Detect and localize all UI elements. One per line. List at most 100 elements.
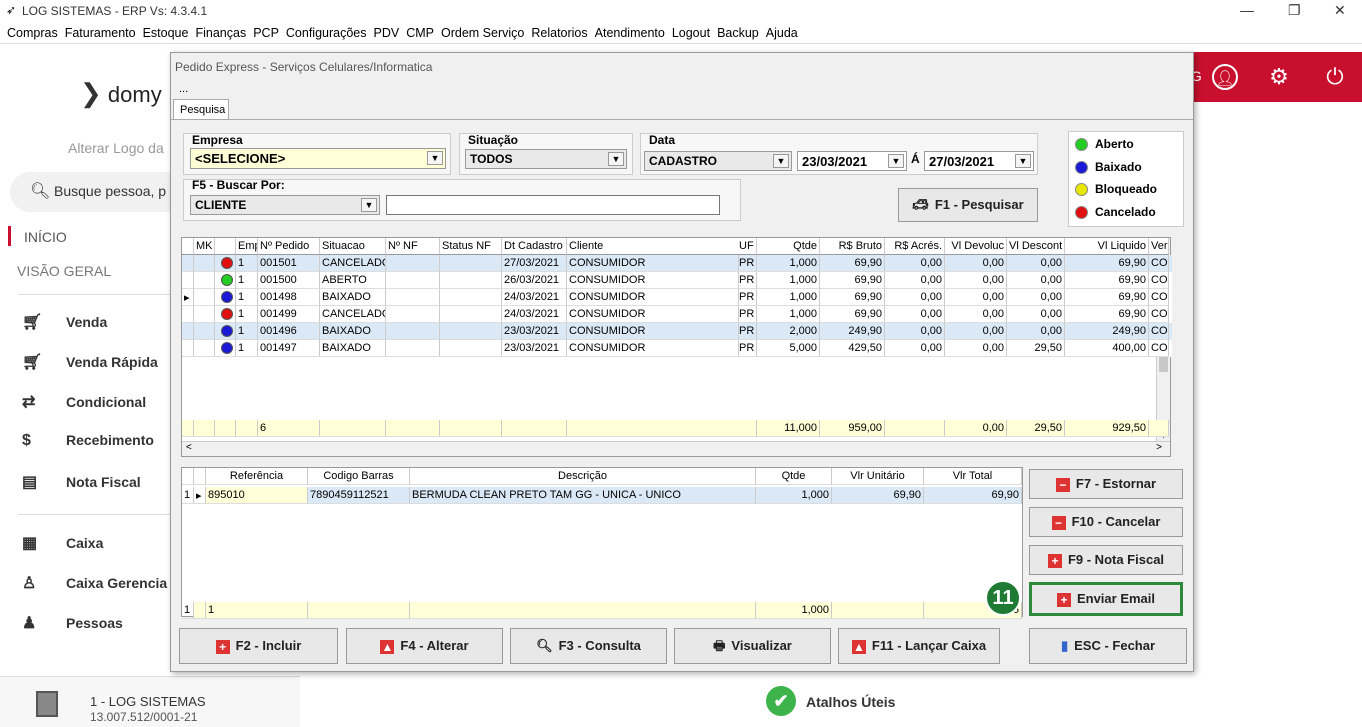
table-row[interactable]: 1 001497 BAIXADO 23/03/2021 CONSUMIDOR PR 5,00… (182, 340, 1172, 357)
menu-item[interactable]: Compras (7, 22, 58, 44)
sidebar-item[interactable]: ▦ Caixa (22, 533, 103, 553)
atalhos-uteis[interactable]: ✔ Atalhos Úteis (766, 686, 895, 716)
cell (440, 323, 502, 340)
cell (215, 323, 236, 340)
gear-icon[interactable]: ⚙ (1266, 64, 1292, 90)
cell: CONSUMIDOR (567, 323, 739, 340)
cell: 249,90 (1065, 323, 1149, 340)
data-inicio-field[interactable]: 23/03/2021 ▼ (797, 151, 907, 171)
search-input[interactable]: Busque pessoa, p (54, 183, 166, 199)
lancar-caixa-button[interactable]: ▲ F11 - Lançar Caixa (838, 628, 1000, 664)
company-footer[interactable]: 1 - LOG SISTEMAS 13.007.512/0001-21 (0, 676, 300, 727)
sidebar-item[interactable]: ♙ Caixa Gerencia (22, 573, 167, 593)
dialog-menu[interactable]: ... (179, 83, 188, 95)
visualizar-button[interactable]: 🖶 Visualizar (674, 628, 831, 664)
cell: 5,000 (757, 340, 820, 357)
user-icon[interactable]: 👤︎ (1212, 64, 1238, 90)
close-icon[interactable]: ✕ (1334, 2, 1346, 19)
scroll-right-icon[interactable]: > (1156, 442, 1162, 453)
enviar-email-button[interactable]: + Enviar Email (1029, 582, 1183, 616)
tab-pesquisa[interactable]: Pesquisa (173, 99, 229, 119)
menu-item[interactable]: Backup (717, 22, 759, 44)
menu-item[interactable]: Ajuda (766, 22, 798, 44)
menu-item[interactable]: CMP (406, 22, 434, 44)
grid-header: MK EmpNº PedidoSituacaoNº NFStatus NFDt C… (182, 238, 1172, 255)
menu-item[interactable]: Atendimento (595, 22, 665, 44)
menu-item[interactable]: PDV (374, 22, 400, 44)
nav-icon: 🛒︎ (22, 314, 43, 331)
sidebar-item[interactable]: ⇄ Condicional (22, 392, 146, 412)
sidebar-item[interactable]: 🛒︎ Venda (22, 312, 107, 332)
cell (194, 468, 206, 485)
col-header: Status NF (440, 238, 502, 255)
nav-inicio[interactable]: INÍCIO (24, 229, 67, 245)
minimize-icon[interactable]: — (1240, 2, 1254, 18)
cell: 69,90 (820, 255, 885, 272)
data-tipo-select[interactable]: CADASTRO ▼ (644, 151, 792, 171)
buscar-input[interactable] (386, 195, 720, 215)
cell: PR (737, 289, 757, 306)
menu-item[interactable]: Finanças (195, 22, 246, 44)
table-row[interactable]: 1 001500 ABERTO 26/03/2021 CONSUMIDOR PR 1,000… (182, 272, 1172, 289)
menu-item[interactable]: Faturamento (65, 22, 136, 44)
cell (386, 289, 440, 306)
restore-icon[interactable]: ❐ (1288, 2, 1301, 19)
menu-item[interactable]: Ordem Serviço (441, 22, 524, 44)
menu-bar: Compras Faturamento Estoque Finanças PCP Conf… (0, 22, 1362, 44)
cell (215, 238, 236, 255)
situacao-select[interactable]: TODOS ▼ (465, 149, 627, 169)
cell (182, 272, 194, 289)
nav-icon: ▤ (22, 474, 38, 491)
col-header: Vlr Total (924, 468, 1022, 485)
table-row[interactable]: 1 ▸ 895010 7890459112521 BERMUDA CLEAN PRETO… (182, 487, 1022, 504)
fechar-button[interactable]: ▮ ESC - Fechar (1029, 628, 1187, 664)
sidebar-item[interactable]: ♟ Pessoas (22, 613, 123, 633)
cell: 1,000 (756, 487, 832, 504)
legend-label: Aberto (1095, 137, 1134, 151)
status-dot-icon (221, 325, 233, 337)
empresa-select[interactable]: <SELECIONE> ▼ (190, 148, 446, 169)
cell: 24/03/2021 (502, 306, 567, 323)
nota-fiscal-button[interactable]: + F9 - Nota Fiscal (1029, 545, 1183, 575)
pesquisar-label: F1 - Pesquisar (934, 197, 1024, 212)
menu-item[interactable]: Estoque (143, 22, 189, 44)
buscar-select[interactable]: CLIENTE ▼ (190, 195, 380, 215)
alterar-button[interactable]: ▲ F4 - Alterar (346, 628, 503, 664)
menu-item[interactable]: Logout (672, 22, 710, 44)
change-logo-link[interactable]: Alterar Logo da (68, 140, 164, 156)
items-grid[interactable]: Referência Codigo Barras Descrição Qtde Vlr … (181, 467, 1023, 619)
consulta-button[interactable]: 🔍︎ F3 - Consulta (510, 628, 667, 664)
table-row[interactable]: ▸ 1 001498 BAIXADO 24/03/2021 CONSUMIDOR PR 1,0… (182, 289, 1172, 306)
menu-item[interactable]: Configurações (286, 22, 367, 44)
sidebar-item[interactable]: ▤ Nota Fiscal (22, 472, 141, 492)
pesquisar-button[interactable]: 🚙︎ F1 - Pesquisar (898, 188, 1038, 222)
cell (1149, 420, 1169, 437)
sidebar-item[interactable]: 🛒︎ Venda Rápida (22, 352, 158, 372)
cancelar-button[interactable]: − F10 - Cancelar (1029, 507, 1183, 537)
col-header: Ver (1149, 238, 1169, 255)
data-separator: Á (911, 152, 920, 166)
cell: 1 (236, 323, 258, 340)
table-row[interactable]: 1 001496 BAIXADO 23/03/2021 CONSUMIDOR PR 2,00… (182, 323, 1172, 340)
cell: CANCELADO (320, 255, 386, 272)
cell (502, 420, 567, 437)
sidebar-item[interactable]: $ Recebimento (22, 432, 154, 450)
power-icon[interactable]: ⏻ (1322, 64, 1348, 90)
cell: CANCELADO (320, 306, 386, 323)
cell: 0,00 (1007, 306, 1065, 323)
cell: PR (737, 255, 757, 272)
table-row[interactable]: 1 001499 CANCELADO 24/03/2021 CONSUMIDOR PR 1,… (182, 306, 1172, 323)
estornar-button[interactable]: − F7 - Estornar (1029, 469, 1183, 499)
legend-item: Aberto (1075, 137, 1134, 152)
incluir-button[interactable]: + F2 - Incluir (179, 628, 338, 664)
company-cnpj: 13.007.512/0001-21 (90, 710, 198, 724)
menu-item[interactable]: PCP (253, 22, 279, 44)
horizontal-scrollbar[interactable]: < > (182, 441, 1170, 456)
orders-grid[interactable]: ▲ ▼ < > MKEmpNº PedidoSituacaoNº NFStatu… (181, 237, 1172, 457)
table-row[interactable]: 1 001501 CANCELADO 27/03/2021 CONSUMIDOR PR 1,… (182, 255, 1172, 272)
nav-visao-geral[interactable]: VISÃO GERAL (17, 263, 111, 279)
data-fim-field[interactable]: 27/03/2021 ▼ (924, 151, 1034, 171)
scroll-left-icon[interactable]: < (186, 442, 192, 453)
menu-item[interactable]: Relatorios (531, 22, 587, 44)
cell: 249,90 (820, 323, 885, 340)
